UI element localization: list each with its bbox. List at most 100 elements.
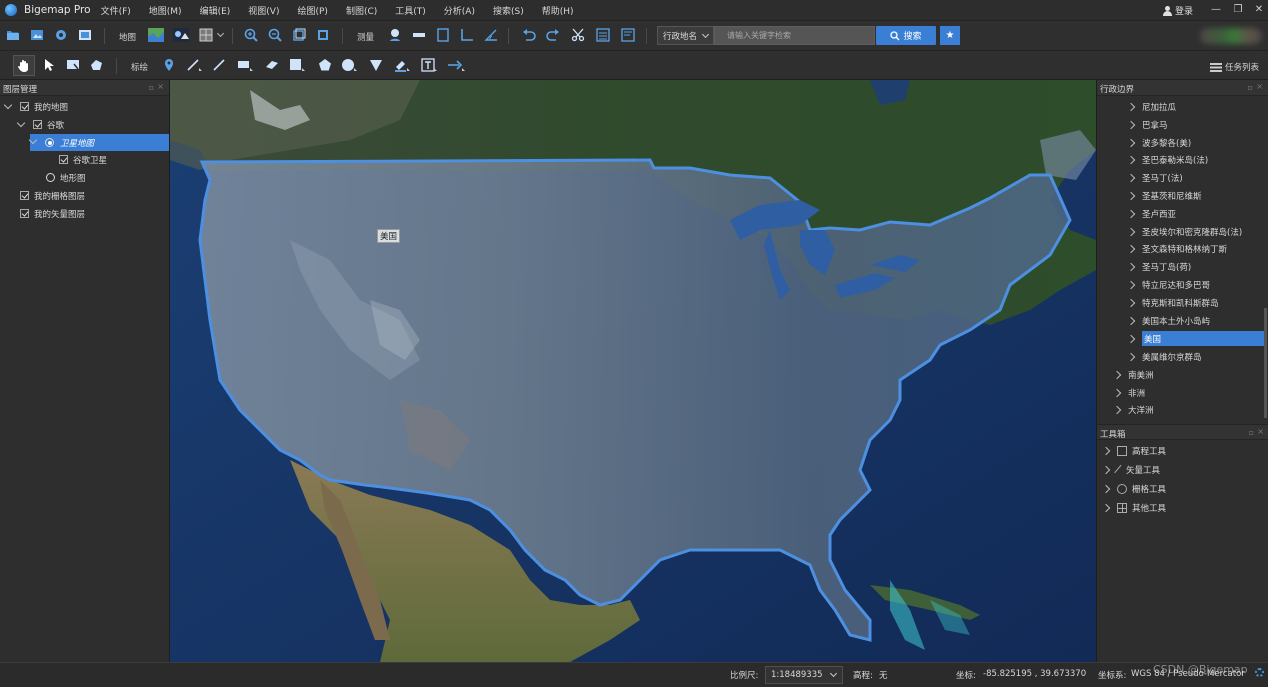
chevron-right-icon[interactable] <box>1126 262 1136 271</box>
marker-icon[interactable] <box>160 56 178 74</box>
chevron-right-icon[interactable] <box>1126 316 1136 325</box>
admin-tree-item[interactable]: 南美洲 <box>1097 366 1268 383</box>
admin-tree-item[interactable]: 大洋洲 <box>1097 401 1268 418</box>
search-input[interactable] <box>714 26 875 45</box>
admin-tree-item[interactable]: 圣卢西亚 <box>1097 205 1268 222</box>
layer-tree-item[interactable]: 我的地图 <box>0 98 169 115</box>
layer-tree-item[interactable]: 我的矢量图层 <box>0 205 169 222</box>
close-icon[interactable]: × <box>1256 82 1263 91</box>
chevron-right-icon[interactable] <box>1126 173 1136 182</box>
box-select-icon[interactable] <box>64 56 82 74</box>
scale-select[interactable]: 1:18489335 <box>765 666 843 684</box>
region-type-select[interactable]: 行政地名 <box>657 26 714 45</box>
scissors-icon[interactable] <box>569 26 587 44</box>
text-box-icon[interactable] <box>420 56 438 74</box>
pin-icon[interactable]: ▫ <box>1249 428 1254 437</box>
layer-checkbox[interactable] <box>20 102 29 111</box>
pentagon-draw-icon[interactable] <box>316 56 334 74</box>
admin-tree-item[interactable]: 圣马丁岛(荷) <box>1097 258 1268 275</box>
menu-tools[interactable]: 工具(T) <box>395 4 426 17</box>
pan-hand-icon[interactable] <box>13 55 35 76</box>
chevron-right-icon[interactable] <box>1112 405 1122 414</box>
chevron-right-icon[interactable] <box>1101 446 1111 455</box>
menu-file[interactable]: 文件(F) <box>101 4 131 17</box>
chevron-right-icon[interactable] <box>1126 120 1136 129</box>
layer-checkbox[interactable] <box>33 120 42 129</box>
layer-tree-item[interactable]: 我的栅格图层 <box>0 187 169 204</box>
chevron-down-icon[interactable] <box>3 100 13 110</box>
admin-tree-item[interactable]: 特立尼达和多巴哥 <box>1097 276 1268 293</box>
polyline-icon[interactable] <box>185 56 203 74</box>
login-button[interactable]: 登录 <box>1163 4 1193 17</box>
chevron-right-icon[interactable] <box>1126 227 1136 236</box>
layer-tree-item-selected[interactable]: 卫星地图 <box>28 134 169 151</box>
ruler-icon[interactable] <box>410 26 428 44</box>
export-map-icon[interactable] <box>76 26 94 44</box>
menu-map[interactable]: 地图(M) <box>149 4 182 17</box>
chevron-right-icon[interactable] <box>1126 155 1136 164</box>
admin-tree-item[interactable]: 圣马丁(法) <box>1097 169 1268 186</box>
chevron-right-icon[interactable] <box>1101 503 1111 512</box>
layer-checkbox[interactable] <box>59 155 68 164</box>
toolbox-item[interactable]: 栅格工具 <box>1097 479 1268 498</box>
settings-gear-icon[interactable] <box>52 26 70 44</box>
layer-checkbox[interactable] <box>20 191 29 200</box>
admin-tree-item[interactable]: 巴拿马 <box>1097 116 1268 133</box>
admin-tree-item[interactable]: 非洲 <box>1097 384 1268 401</box>
chevron-right-icon[interactable] <box>1101 465 1111 474</box>
open-folder-icon[interactable] <box>4 26 22 44</box>
rectangle-draw-icon[interactable] <box>236 56 254 74</box>
layer-radio[interactable] <box>46 173 55 182</box>
menu-edit[interactable]: 编辑(E) <box>200 4 231 17</box>
task-list-button[interactable]: 任务列表 <box>1210 61 1259 73</box>
close-icon[interactable]: × <box>1257 427 1264 436</box>
crs-settings-icon[interactable] <box>1255 668 1264 677</box>
attribute-table-icon[interactable] <box>594 26 612 44</box>
document-icon[interactable] <box>619 26 637 44</box>
redo-icon[interactable] <box>544 26 562 44</box>
map-canvas[interactable]: 美国 <box>170 80 1096 662</box>
full-extent-icon[interactable] <box>290 26 308 44</box>
layer-tree-item[interactable]: 谷歌卫星 <box>0 151 169 168</box>
admin-tree-item[interactable]: 圣巴泰勒米岛(法) <box>1097 151 1268 168</box>
chevron-right-icon[interactable] <box>1126 334 1136 343</box>
favorite-button[interactable]: ★ <box>940 26 960 45</box>
map-tile-icon[interactable] <box>147 26 165 44</box>
admin-tree-item[interactable]: 尼加拉瓜 <box>1097 98 1268 115</box>
circle-draw-icon[interactable] <box>340 56 358 74</box>
chevron-down-icon[interactable] <box>214 26 226 44</box>
chevron-right-icon[interactable] <box>1126 191 1136 200</box>
admin-tree-item[interactable]: 特克斯和凯科斯群岛 <box>1097 294 1268 311</box>
chevron-down-icon[interactable] <box>28 135 38 145</box>
image-folder-icon[interactable] <box>28 26 46 44</box>
chevron-down-icon[interactable] <box>16 118 26 128</box>
chevron-right-icon[interactable] <box>1126 102 1136 111</box>
chevron-right-icon[interactable] <box>1126 280 1136 289</box>
chevron-right-icon[interactable] <box>1126 298 1136 307</box>
text-style-icon[interactable] <box>393 56 411 74</box>
toolbox-item[interactable]: 矢量工具 <box>1097 460 1268 479</box>
layer-checkbox[interactable] <box>20 209 29 218</box>
menu-view[interactable]: 视图(V) <box>248 4 279 17</box>
search-button[interactable]: 搜索 <box>876 26 936 45</box>
layer-tree-item[interactable]: 地形图 <box>0 169 169 186</box>
pin-icon[interactable]: ▫ <box>149 83 154 92</box>
minimize-button[interactable]: — <box>1208 2 1224 18</box>
chevron-right-icon[interactable] <box>1112 388 1122 397</box>
square-draw-icon[interactable] <box>288 56 306 74</box>
select-arrow-icon[interactable] <box>40 56 58 74</box>
line-icon[interactable] <box>210 56 228 74</box>
layer-grid-icon[interactable] <box>197 26 215 44</box>
angle-measure-icon[interactable] <box>458 26 476 44</box>
chevron-right-icon[interactable] <box>1126 352 1136 361</box>
menu-analysis[interactable]: 分析(A) <box>444 4 475 17</box>
chevron-right-icon[interactable] <box>1101 484 1111 493</box>
location-pin-icon[interactable] <box>386 26 404 44</box>
toolbox-item[interactable]: 其他工具 <box>1097 498 1268 517</box>
admin-tree-item[interactable]: 圣文森特和格林纳丁斯 <box>1097 240 1268 257</box>
maximize-button[interactable]: ❐ <box>1230 2 1246 18</box>
undo-icon[interactable] <box>520 26 538 44</box>
admin-tree-item-selected[interactable]: 美国 <box>1097 330 1268 347</box>
satellite-icon[interactable] <box>172 26 190 44</box>
chevron-right-icon[interactable] <box>1126 244 1136 253</box>
